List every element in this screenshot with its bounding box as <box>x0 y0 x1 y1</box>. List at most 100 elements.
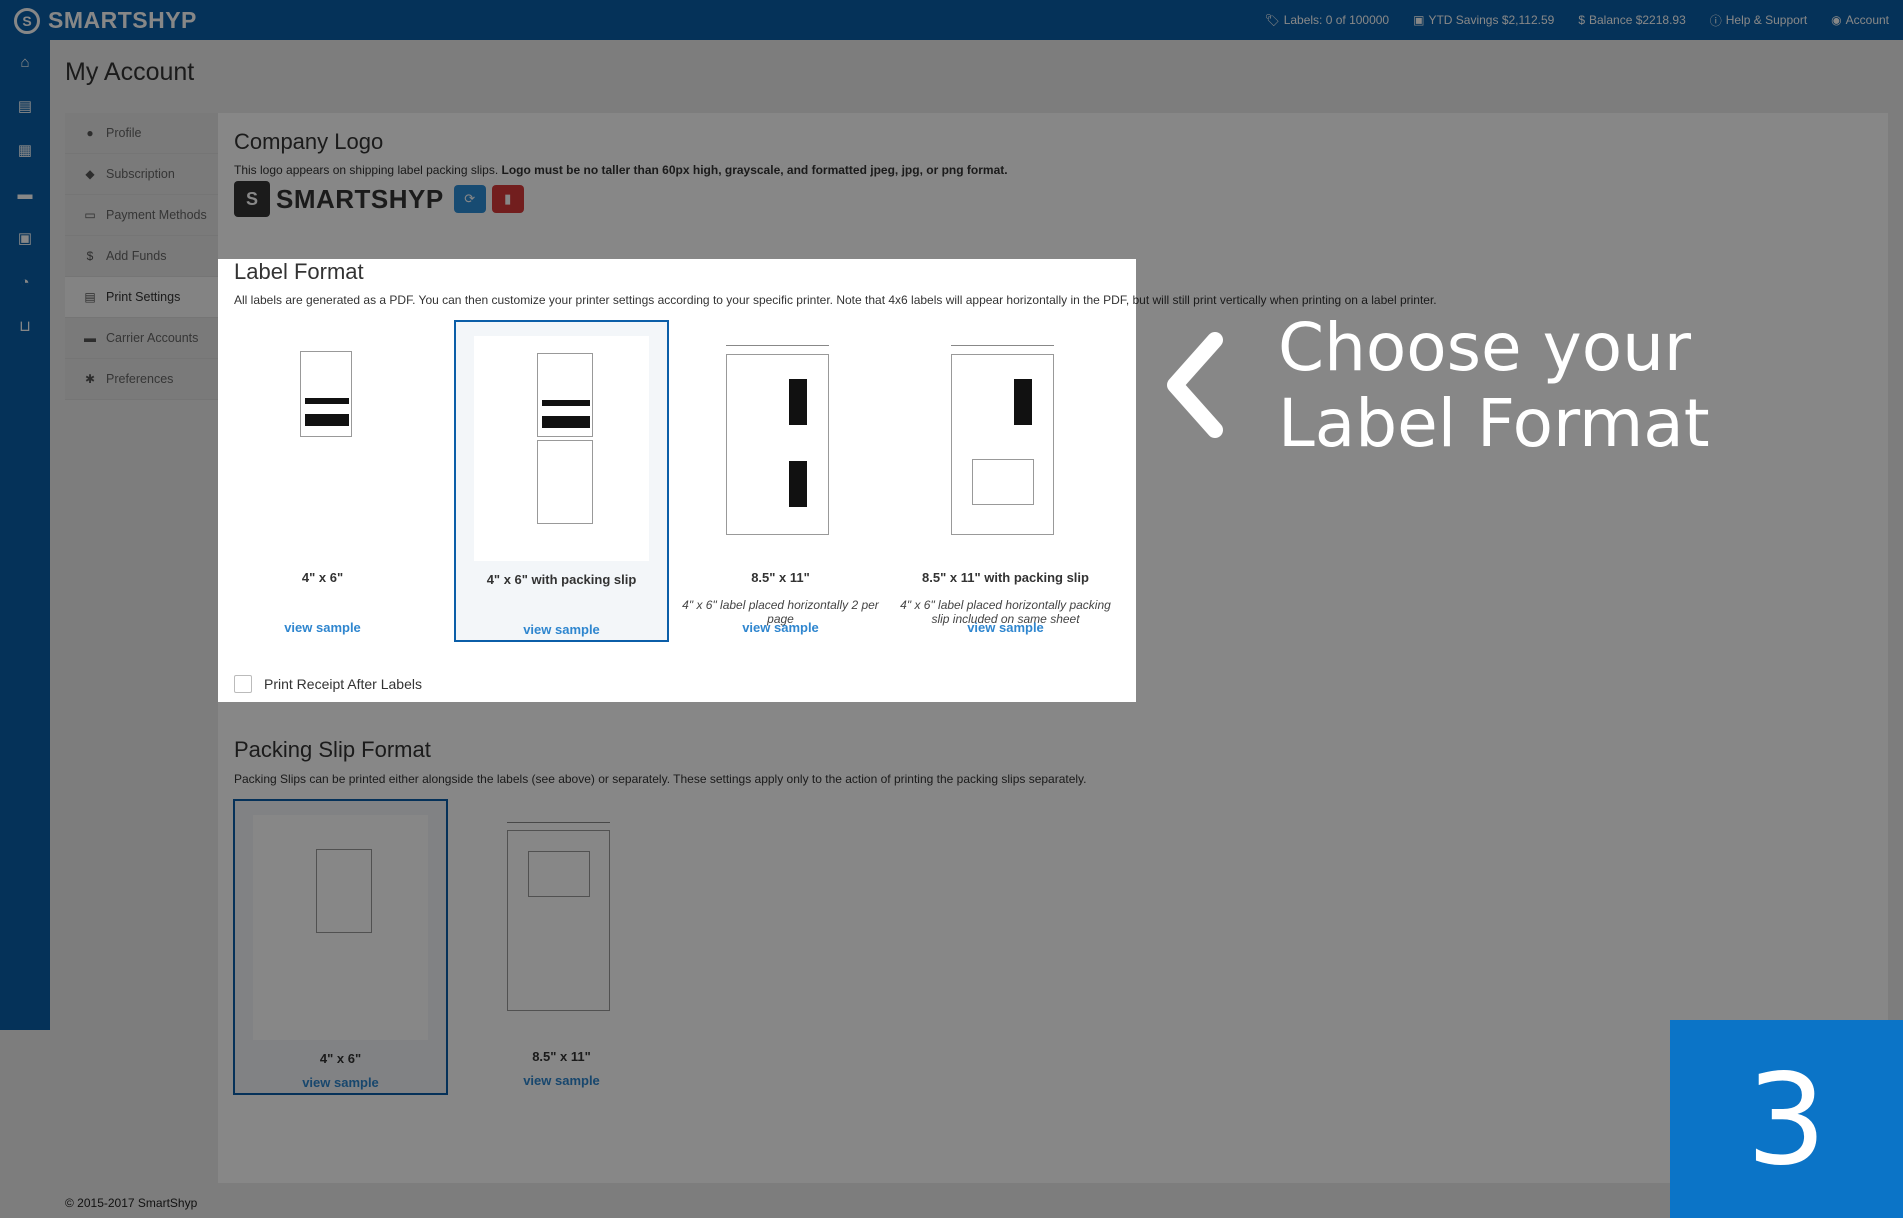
trash-icon: ▮ <box>504 191 512 206</box>
printer-icon: ▤ <box>84 290 96 304</box>
balance-text: Balance $2218.93 <box>1589 13 1686 27</box>
ytd-savings[interactable]: ▣ YTD Savings $2,112.59 <box>1413 13 1554 27</box>
tag-icon: ◆ <box>85 167 95 181</box>
step-number-badge: 3 <box>1670 1020 1903 1218</box>
print-receipt-checkbox[interactable] <box>234 675 252 693</box>
label-option-4x6-packing-slip[interactable]: 4" x 6" with packing slip view sample <box>454 320 669 642</box>
side-item-preferences[interactable]: ✱ Preferences <box>65 359 218 400</box>
dollar-icon: $ <box>86 249 94 263</box>
packing-slip-doc <box>316 849 372 933</box>
brand-name: SMARTSHYP <box>48 7 197 33</box>
packing-slip-desc: Packing Slips can be printed either alon… <box>234 772 1087 786</box>
packing-option-name: 8.5" x 11" <box>532 1049 591 1064</box>
truck-icon[interactable]: ▬ <box>0 172 50 216</box>
side-item-carrier-accounts[interactable]: ▬ Carrier Accounts <box>65 318 218 359</box>
label-option-4x6[interactable]: 4" x 6" view sample <box>215 320 430 642</box>
cart-icon[interactable]: ⊔ <box>0 304 50 348</box>
user-circle-icon: ◉ <box>1831 13 1842 27</box>
dimension-line <box>507 822 610 823</box>
view-sample-link[interactable]: view sample <box>673 620 888 635</box>
side-item-label: Payment Methods <box>106 208 207 222</box>
letter-sheet <box>951 354 1054 535</box>
side-item-add-funds[interactable]: $ Add Funds <box>65 236 218 277</box>
letter-sheet <box>726 354 829 535</box>
dimension-line <box>951 345 1054 346</box>
side-item-profile[interactable]: ● Profile <box>65 113 218 154</box>
tag-icon: 🏷 <box>1264 13 1280 27</box>
side-item-print-settings[interactable]: ▤ Print Settings <box>65 277 218 318</box>
view-sample-link[interactable]: view sample <box>215 620 430 635</box>
label-doc <box>300 351 352 437</box>
packing-slip-area <box>972 459 1034 505</box>
company-logo-desc-bold: Logo must be no taller than 60px high, g… <box>501 163 1008 177</box>
packing-slip-title: Packing Slip Format <box>234 737 431 762</box>
address-book-icon[interactable]: ▣ <box>0 216 50 260</box>
label-format-desc: All labels are generated as a PDF. You c… <box>234 293 1437 307</box>
pie-chart-icon[interactable]: ◔ <box>0 260 50 304</box>
company-logo-image: S <box>234 181 270 217</box>
settings-menu: ● Profile ◆ Subscription ▭ Payment Methods … <box>65 113 218 400</box>
packing-option-4x6[interactable]: 4" x 6" view sample <box>233 799 448 1095</box>
view-sample-link[interactable]: view sample <box>235 1075 446 1090</box>
packing-4x6-thumbnail <box>253 815 428 1040</box>
replace-logo-button[interactable]: ⟳ <box>453 185 486 213</box>
side-item-payment-methods[interactable]: ▭ Payment Methods <box>65 195 218 236</box>
label-format-title: Label Format <box>234 259 364 284</box>
side-item-label: Profile <box>106 126 142 140</box>
packing-slip-doc <box>537 440 593 524</box>
barcode <box>789 379 807 425</box>
account-text: Account <box>1845 13 1889 27</box>
print-receipt-label: Print Receipt After Labels <box>264 676 422 692</box>
packing-option-name: 4" x 6" <box>319 1051 362 1066</box>
side-item-label: Subscription <box>106 167 175 181</box>
calendar-icon[interactable]: ▦ <box>0 128 50 172</box>
label-4x6-packing-slip-thumbnail <box>474 336 649 561</box>
company-logo-desc: This logo appears on shipping label pack… <box>234 163 1008 177</box>
brand[interactable]: S SMARTSHYP <box>14 7 197 34</box>
delete-logo-button[interactable]: ▮ <box>491 185 524 213</box>
label-option-name: 8.5" x 11" <box>751 570 810 585</box>
labels-count[interactable]: 🏷 Labels: 0 of 100000 <box>1264 13 1389 27</box>
barcode-strip <box>542 400 590 406</box>
view-sample-link[interactable]: view sample <box>454 1073 669 1088</box>
question-icon: ⓘ <box>1709 13 1722 28</box>
barcode <box>789 461 807 507</box>
truck-icon: ▬ <box>84 331 96 345</box>
print-receipt-row[interactable]: Print Receipt After Labels <box>234 675 422 693</box>
packing-letter-thumbnail <box>472 813 647 1038</box>
view-sample-link[interactable]: view sample <box>898 620 1113 635</box>
chevron-left-icon <box>1167 332 1223 438</box>
home-icon[interactable]: ⌂ <box>0 40 50 84</box>
gears-icon: ✱ <box>84 372 96 386</box>
basket-icon[interactable]: ▤ <box>0 84 50 128</box>
packing-option-letter[interactable]: 8.5" x 11" view sample <box>454 799 669 1095</box>
dollar-icon: $ <box>1578 13 1585 27</box>
help-support-link[interactable]: ⓘ Help & Support <box>1710 12 1807 29</box>
barcode <box>542 416 590 428</box>
letter-sheet <box>507 830 610 1011</box>
side-item-label: Preferences <box>106 372 174 386</box>
ytd-savings-text: YTD Savings $2,112.59 <box>1428 13 1555 27</box>
refresh-icon: ⟳ <box>464 191 476 206</box>
label-option-letter[interactable]: 8.5" x 11" 4" x 6" label placed horizont… <box>673 320 888 642</box>
callout-line-2: Label Format <box>1278 385 1710 462</box>
packing-slip-area <box>528 851 590 897</box>
top-nav: 🏷 Labels: 0 of 100000 ▣ YTD Savings $2,112… <box>1264 0 1889 40</box>
callout-line-1: Choose your <box>1278 309 1692 386</box>
footer-copyright: © 2015-2017 SmartShyp <box>65 1196 198 1210</box>
side-item-subscription[interactable]: ◆ Subscription <box>65 154 218 195</box>
barcode <box>1014 379 1032 425</box>
side-item-label: Print Settings <box>106 290 181 304</box>
label-letter-packing-slip-thumbnail <box>916 334 1091 559</box>
label-option-letter-packing-slip[interactable]: 8.5" x 11" with packing slip 4" x 6" lab… <box>898 320 1113 642</box>
label-letter-thumbnail <box>691 334 866 559</box>
company-logo-desc-text: This logo appears on shipping label pack… <box>234 163 499 177</box>
balance[interactable]: $ Balance $2218.93 <box>1578 13 1685 27</box>
dimension-line <box>726 345 829 346</box>
company-logo-title: Company Logo <box>234 129 384 154</box>
top-bar: S SMARTSHYP 🏷 Labels: 0 of 100000 ▣ YTD Sa… <box>0 0 1903 40</box>
page-title: My Account <box>65 58 195 86</box>
label-doc <box>537 353 593 437</box>
account-menu[interactable]: ◉ Account <box>1831 13 1889 27</box>
view-sample-link[interactable]: view sample <box>456 622 667 637</box>
